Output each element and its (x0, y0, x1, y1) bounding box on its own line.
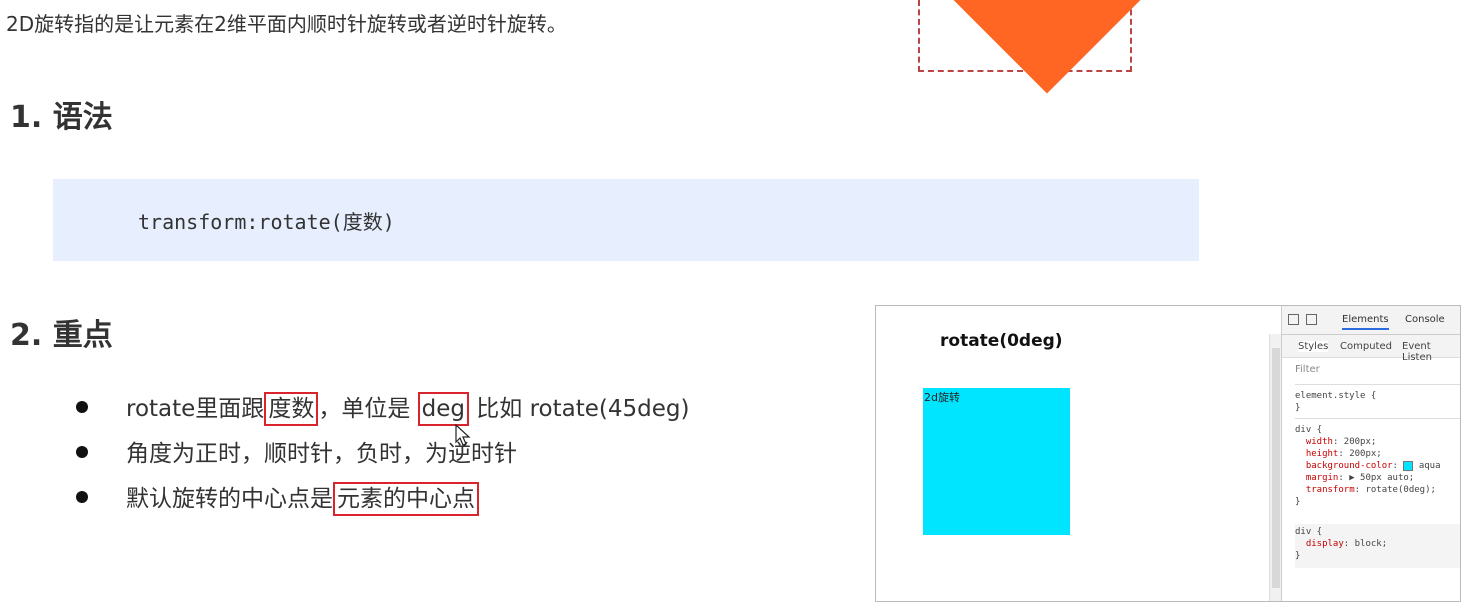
filter-input[interactable]: Filter (1295, 364, 1320, 375)
tab-elements[interactable]: Elements (1342, 314, 1389, 330)
inspect-element-icon[interactable] (1288, 314, 1299, 325)
code-text: transform:rotate(度数) (138, 210, 395, 234)
rotated-demo (938, 0, 1218, 125)
ua-rule-text: div { display: block; } (1295, 527, 1388, 561)
bullet-text: 比如 rotate(45deg) (468, 396, 690, 422)
subtab-computed[interactable]: Computed (1340, 341, 1392, 352)
browser-viewport: rotate(0deg) 2d旋转 (876, 306, 1269, 601)
browser-devtools-screenshot: rotate(0deg) 2d旋转 Elements Console Style… (875, 305, 1461, 602)
subtab-event-listeners[interactable]: Event Listen (1402, 341, 1460, 363)
bullet-text: rotate里面跟 (126, 396, 265, 422)
styles-subtabs: Styles Computed Event Listen (1282, 335, 1460, 363)
code-block: transform:rotate(度数) (53, 179, 1199, 261)
subtab-styles[interactable]: Styles (1298, 341, 1329, 352)
device-toggle-icon[interactable] (1306, 314, 1317, 325)
rotated-orange-square (939, 0, 1155, 94)
section-heading-syntax: 1. 语法 (10, 100, 113, 135)
color-swatch-icon[interactable] (1403, 460, 1414, 471)
bullet-dot-icon (76, 491, 88, 503)
demo-cyan-box: 2d旋转 (923, 388, 1070, 535)
divider (1295, 418, 1460, 419)
highlight-box: deg (417, 392, 469, 426)
highlight-box: 度数 (264, 392, 319, 426)
demo-page-title: rotate(0deg) (940, 331, 1063, 351)
mouse-cursor-icon (455, 424, 471, 446)
bullet-dot-icon (76, 446, 88, 458)
div-style-rule: div { width: 200px; height: 200px; backg… (1295, 425, 1441, 507)
bullet-dot-icon (76, 401, 88, 413)
devtools-panel: Elements Console Styles Computed Event L… (1281, 306, 1460, 601)
element-style-rule: element.style { } (1295, 391, 1377, 413)
tab-console[interactable]: Console (1405, 314, 1445, 325)
divider (1295, 384, 1460, 385)
section-heading-keypoints: 2. 重点 (10, 318, 113, 353)
devtools-toolbar: Elements Console (1282, 306, 1460, 335)
demo-box-label: 2d旋转 (924, 391, 960, 404)
highlight-box: 元素的中心点 (333, 482, 479, 516)
bullet-text: ，单位是 (318, 396, 418, 422)
scrollbar-thumb[interactable] (1272, 348, 1280, 588)
intro-text: 2D旋转指的是让元素在2维平面内顺时针旋转或者逆时针旋转。 (6, 12, 567, 36)
bullet-text: 默认旋转的中心点是 (126, 486, 333, 512)
